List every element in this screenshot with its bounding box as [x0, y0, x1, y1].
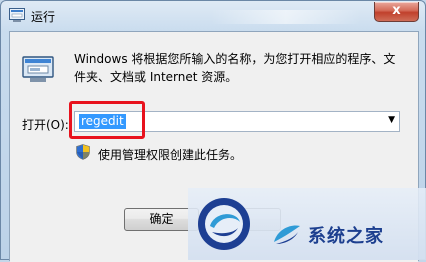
run-program-icon: [22, 56, 54, 82]
close-icon: x: [392, 3, 401, 18]
close-button[interactable]: x: [374, 2, 419, 22]
watermark-brand-text: 系统之家: [308, 226, 384, 247]
dialog-description: Windows 将根据您所输入的名称，为您打开相应的程序、文件夹、文档或 Int…: [74, 52, 396, 84]
title-bar[interactable]: 运行 x: [1, 1, 425, 31]
xitongzhijia-logo-icon: [198, 198, 250, 250]
open-field-label: 打开(O):: [22, 118, 69, 132]
annotation-highlight-box: [69, 101, 145, 139]
run-app-icon: [9, 8, 25, 22]
admin-privilege-note: 使用管理权限创建此任务。: [98, 148, 243, 162]
window-title: 运行: [31, 10, 56, 24]
title-bar-glow: [211, 10, 361, 24]
uac-shield-icon: [76, 144, 90, 160]
dropdown-arrow-icon[interactable]: ▼: [388, 115, 395, 125]
watermark-overlay: 系统之家: [188, 188, 426, 260]
xitongzhijia-leaf-icon: [274, 225, 300, 244]
